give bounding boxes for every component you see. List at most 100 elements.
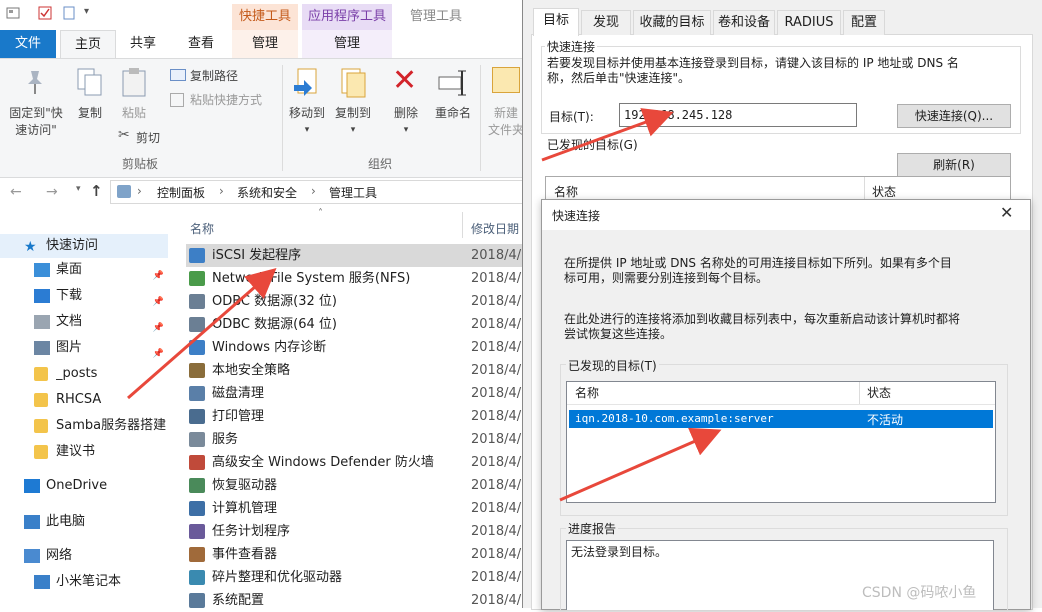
rename-button[interactable]: 重命名 xyxy=(430,105,476,122)
ribbon-separator xyxy=(480,65,481,171)
tab-2[interactable]: 收藏的目标 xyxy=(633,10,711,35)
file-row[interactable]: 磁盘清理 2018/4/ xyxy=(186,382,530,405)
breadcrumb-item[interactable]: 管理工具 xyxy=(329,184,377,201)
file-row[interactable]: 高级安全 Windows Defender 防火墙 2018/4/ xyxy=(186,451,530,474)
file-date: 2018/4/ xyxy=(471,570,522,585)
copy-to-button[interactable]: 复制到 ▾ xyxy=(330,105,376,139)
file-date: 2018/4/ xyxy=(471,547,522,562)
column-divider xyxy=(864,177,865,199)
file-row[interactable]: 事件查看器 2018/4/ xyxy=(186,543,530,566)
target-input[interactable]: 192.168.245.128 xyxy=(619,103,857,127)
new-document-icon[interactable] xyxy=(62,6,76,20)
close-icon[interactable]: ✕ xyxy=(1000,203,1013,222)
tab-0[interactable]: 目标 xyxy=(533,8,579,36)
breadcrumb-item[interactable]: 系统和安全 xyxy=(237,184,297,201)
dialog-description-2: 在此处进行的连接将添加到收藏目标列表中，每次重新启动该计算机时都将 尝试恢复这些… xyxy=(564,312,1004,342)
column-header-status[interactable]: 状态 xyxy=(867,382,891,404)
tab-3[interactable]: 卷和设备 xyxy=(713,10,775,35)
file-date: 2018/4/ xyxy=(471,340,522,355)
quick-connect-dialog: 快速连接 ✕ 在所提供 IP 地址或 DNS 名称处的可用连接目标如下所列。如果… xyxy=(541,199,1031,610)
progress-label: 进度报告 xyxy=(566,520,619,537)
quick-connect-button[interactable]: 快速连接(Q)... xyxy=(897,104,1011,128)
tab-4[interactable]: RADIUS xyxy=(777,10,841,35)
paste-shortcut-button[interactable]: 粘贴快捷方式 xyxy=(190,91,262,108)
file-row[interactable]: 碎片整理和优化驱动器 2018/4/ xyxy=(186,566,530,589)
window-title: 管理工具 xyxy=(409,9,462,24)
column-header-name[interactable]: 名称 xyxy=(554,183,578,200)
copy-path-button[interactable]: 复制路径 xyxy=(190,67,238,84)
file-name: 系统配置 xyxy=(212,593,265,608)
paste-button[interactable]: 粘贴 xyxy=(114,105,154,122)
quick-connect-desc-line1: 若要发现目标并使用基本连接登录到目标，请键入该目标的 IP 地址或 DNS 名 xyxy=(547,56,959,70)
file-name: Windows 内存诊断 xyxy=(212,340,327,355)
file-row[interactable]: ODBC 数据源(32 位) 2018/4/ xyxy=(186,290,530,313)
file-name: 任务计划程序 xyxy=(212,524,291,539)
delete-label: 删除 xyxy=(393,106,418,120)
tab-share[interactable]: 共享 xyxy=(118,30,168,58)
file-name: ODBC 数据源(64 位) xyxy=(212,317,337,332)
file-row[interactable]: 打印管理 2018/4/ xyxy=(186,405,530,428)
column-header-name[interactable]: 名称 xyxy=(575,382,599,404)
ribbon: 固定到"快 速访问" 复制 粘贴 复制路径 粘贴快捷方式 ✂ 剪切 剪贴板 移动… xyxy=(0,58,530,178)
file-date: 2018/4/ xyxy=(471,478,522,493)
file-date: 2018/4/ xyxy=(471,524,522,539)
shortcut-icon xyxy=(189,432,205,447)
copy-to-dropdown-icon: ▾ xyxy=(350,125,356,135)
recent-dropdown-icon[interactable]: ▾ xyxy=(76,184,81,194)
tab-file[interactable]: 文件 xyxy=(0,30,56,58)
file-row[interactable]: 系统配置 2018/4/ xyxy=(186,589,530,612)
tab-view[interactable]: 查看 xyxy=(176,30,226,58)
shortcut-icon xyxy=(189,271,205,286)
shortcut-icon xyxy=(189,409,205,424)
file-row[interactable]: iSCSI 发起程序 2018/4/ xyxy=(186,244,530,267)
pin-label-line1: 固定到"快 xyxy=(9,106,63,120)
file-row[interactable]: 任务计划程序 2018/4/ xyxy=(186,520,530,543)
copy-to-icon xyxy=(338,67,368,102)
cut-button[interactable]: 剪切 xyxy=(136,129,160,146)
forward-icon[interactable]: → xyxy=(46,184,58,200)
shortcut-icon xyxy=(189,248,205,263)
up-icon[interactable]: ↑ xyxy=(90,182,103,200)
file-row[interactable]: Network File System 服务(NFS) 2018/4/ xyxy=(186,267,530,290)
tab-1[interactable]: 发现 xyxy=(581,10,631,35)
tab-5[interactable]: 配置 xyxy=(843,10,885,35)
quick-access-dropdown-icon[interactable]: ▾ xyxy=(84,6,98,20)
paste-icon xyxy=(120,67,148,100)
copy-button[interactable]: 复制 xyxy=(70,105,110,122)
tab-manage-app[interactable]: 管理 xyxy=(302,30,392,58)
shortcut-icon xyxy=(189,363,205,378)
file-date: 2018/4/ xyxy=(471,363,522,378)
file-row[interactable]: 计算机管理 2018/4/ xyxy=(186,497,530,520)
move-to-button[interactable]: 移动到 ▾ xyxy=(284,105,330,139)
context-tab-shortcut-tools: 快捷工具 xyxy=(232,4,298,30)
file-row[interactable]: 恢复驱动器 2018/4/ xyxy=(186,474,530,497)
dialog-desc1-line1: 在所提供 IP 地址或 DNS 名称处的可用连接目标如下所列。如果有多个目 xyxy=(564,256,952,270)
targets-listview[interactable]: 名称 状态 iqn.2018-10.com.example:server 不活动 xyxy=(566,381,996,503)
file-row[interactable]: 服务 2018/4/ xyxy=(186,428,530,451)
pin-quick-access-button[interactable]: 固定到"快 速访问" xyxy=(2,105,70,139)
refresh-button[interactable]: 刷新(R) xyxy=(897,153,1011,177)
shortcut-icon xyxy=(189,386,205,401)
shortcut-icon xyxy=(189,317,205,332)
breadcrumb-item[interactable]: 控制面板 xyxy=(157,184,205,201)
tab-home[interactable]: 主页 xyxy=(60,30,116,59)
control-panel-icon xyxy=(117,185,131,198)
target-row[interactable]: iqn.2018-10.com.example:server 不活动 xyxy=(569,410,993,428)
file-row[interactable]: 本地安全策略 2018/4/ xyxy=(186,359,530,382)
checkbox-icon[interactable] xyxy=(38,6,52,20)
breadcrumb-separator-icon: › xyxy=(219,184,224,198)
file-row[interactable]: Windows 内存诊断 2018/4/ xyxy=(186,336,530,359)
tab-manage-shortcut[interactable]: 管理 xyxy=(232,30,298,58)
breadcrumb-separator-icon: › xyxy=(311,184,316,198)
file-name: Network File System 服务(NFS) xyxy=(212,271,411,286)
explorer-content: ★ 快速访问 桌面 📌 下载 📌 文档 📌 图片 📌 _posts RHCSA Samba服务器搭建 建议… xyxy=(0,208,530,608)
breadcrumb[interactable]: › 控制面板 › 系统和安全 › 管理工具 xyxy=(110,180,532,204)
delete-dropdown-icon: ▾ xyxy=(403,125,409,135)
delete-button[interactable]: 删除 ▾ xyxy=(384,105,428,139)
column-header-status[interactable]: 状态 xyxy=(872,183,896,200)
back-icon[interactable]: ← xyxy=(10,184,22,200)
file-row[interactable]: ODBC 数据源(64 位) 2018/4/ xyxy=(186,313,530,336)
properties-icon[interactable] xyxy=(6,6,20,20)
quick-connect-desc-line2: 称，然后单击"快速连接"。 xyxy=(547,71,691,85)
shortcut-icon xyxy=(189,547,205,562)
